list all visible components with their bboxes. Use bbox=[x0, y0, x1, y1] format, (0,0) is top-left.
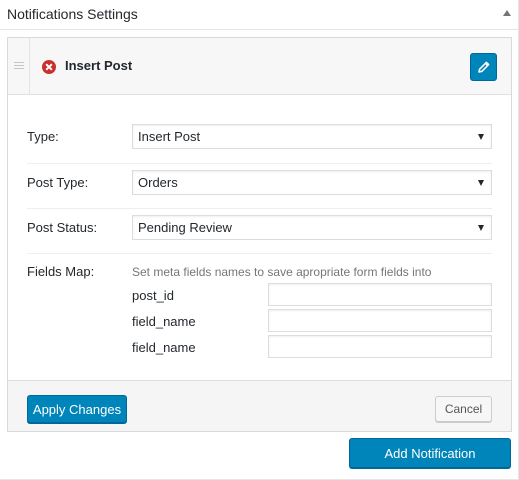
chevron-down-icon bbox=[478, 134, 484, 140]
error-circle-icon bbox=[42, 60, 56, 74]
fields-map-label: Fields Map: bbox=[27, 264, 95, 279]
post-status-row: Post Status: Pending Review bbox=[27, 215, 492, 240]
type-label: Type: bbox=[27, 129, 59, 144]
type-select[interactable]: Insert Post bbox=[132, 124, 492, 149]
pencil-icon bbox=[477, 61, 489, 73]
chevron-down-icon bbox=[478, 225, 484, 231]
apply-changes-button[interactable]: Apply Changes bbox=[27, 395, 127, 423]
type-row: Type: Insert Post bbox=[27, 124, 492, 149]
notification-box: Insert Post Type: Insert Post Post Type:… bbox=[7, 37, 512, 432]
chevron-down-icon bbox=[478, 180, 484, 186]
post-type-label: Post Type: bbox=[27, 175, 89, 190]
cancel-button[interactable]: Cancel bbox=[435, 396, 492, 422]
panel-header[interactable]: Notifications Settings bbox=[0, 0, 519, 30]
collapse-arrow-icon[interactable] bbox=[503, 10, 511, 16]
fields-map-row: Fields Map: Set meta fields names to sav… bbox=[27, 262, 492, 372]
divider bbox=[27, 163, 492, 164]
map-row-label: field_name bbox=[132, 340, 196, 355]
drag-handle-icon[interactable] bbox=[8, 38, 30, 95]
post-type-select[interactable]: Orders bbox=[132, 170, 492, 195]
divider bbox=[27, 253, 492, 254]
map-row-label: post_id bbox=[132, 288, 174, 303]
edit-button[interactable] bbox=[470, 53, 497, 81]
panel-title: Notifications Settings bbox=[7, 6, 138, 22]
add-notification-button[interactable]: Add Notification bbox=[349, 438, 511, 468]
divider bbox=[27, 208, 492, 209]
map-row-input[interactable] bbox=[268, 335, 492, 358]
post-status-label: Post Status: bbox=[27, 220, 98, 235]
fields-map-description: Set meta fields names to save apropriate… bbox=[132, 265, 432, 279]
post-type-select-value: Orders bbox=[138, 175, 178, 190]
map-row-input[interactable] bbox=[268, 309, 492, 332]
notification-header: Insert Post bbox=[8, 38, 511, 95]
notifications-settings-panel: Notifications Settings Insert Post Type: bbox=[0, 0, 519, 480]
type-select-value: Insert Post bbox=[138, 129, 201, 144]
map-row-input[interactable] bbox=[268, 283, 492, 306]
post-type-row: Post Type: Orders bbox=[27, 170, 492, 195]
notification-title: Insert Post bbox=[65, 58, 133, 73]
notification-form: Type: Insert Post Post Type: Orders Post… bbox=[8, 96, 511, 381]
post-status-select[interactable]: Pending Review bbox=[132, 215, 492, 240]
post-status-select-value: Pending Review bbox=[138, 220, 232, 235]
map-row-label: field_name bbox=[132, 314, 196, 329]
notification-footer: Apply Changes Cancel bbox=[8, 380, 511, 431]
